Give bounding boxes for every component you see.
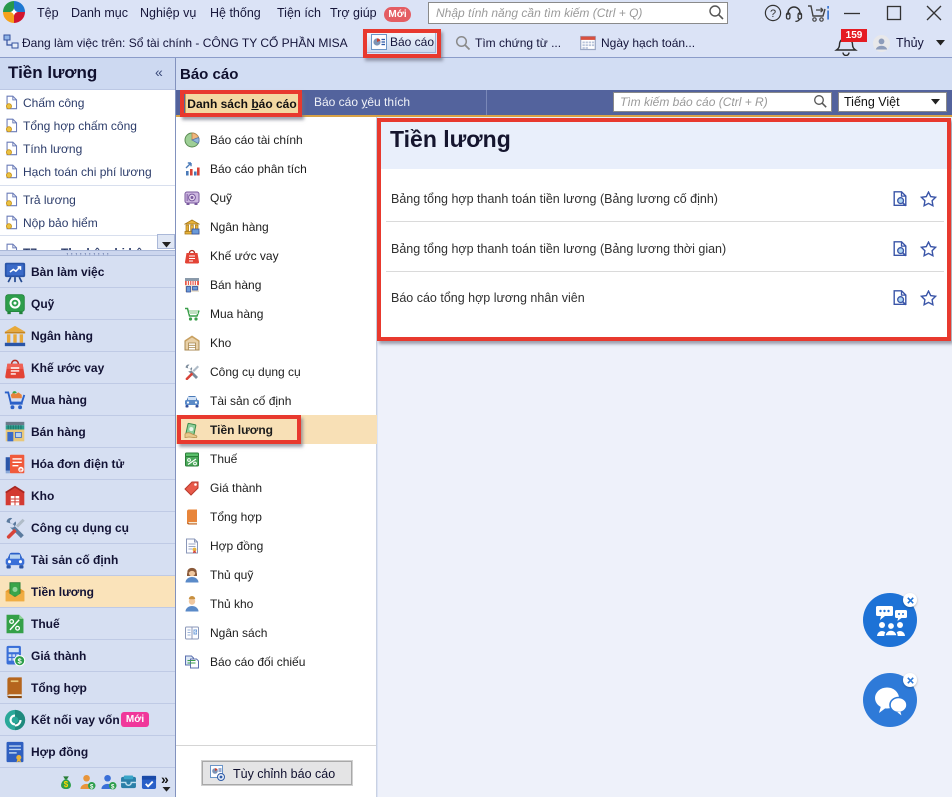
svg-text:$: $ [111, 784, 115, 790]
svg-text:$: $ [64, 780, 69, 789]
svg-text:?: ? [770, 8, 776, 20]
svg-text:$: $ [90, 784, 94, 790]
